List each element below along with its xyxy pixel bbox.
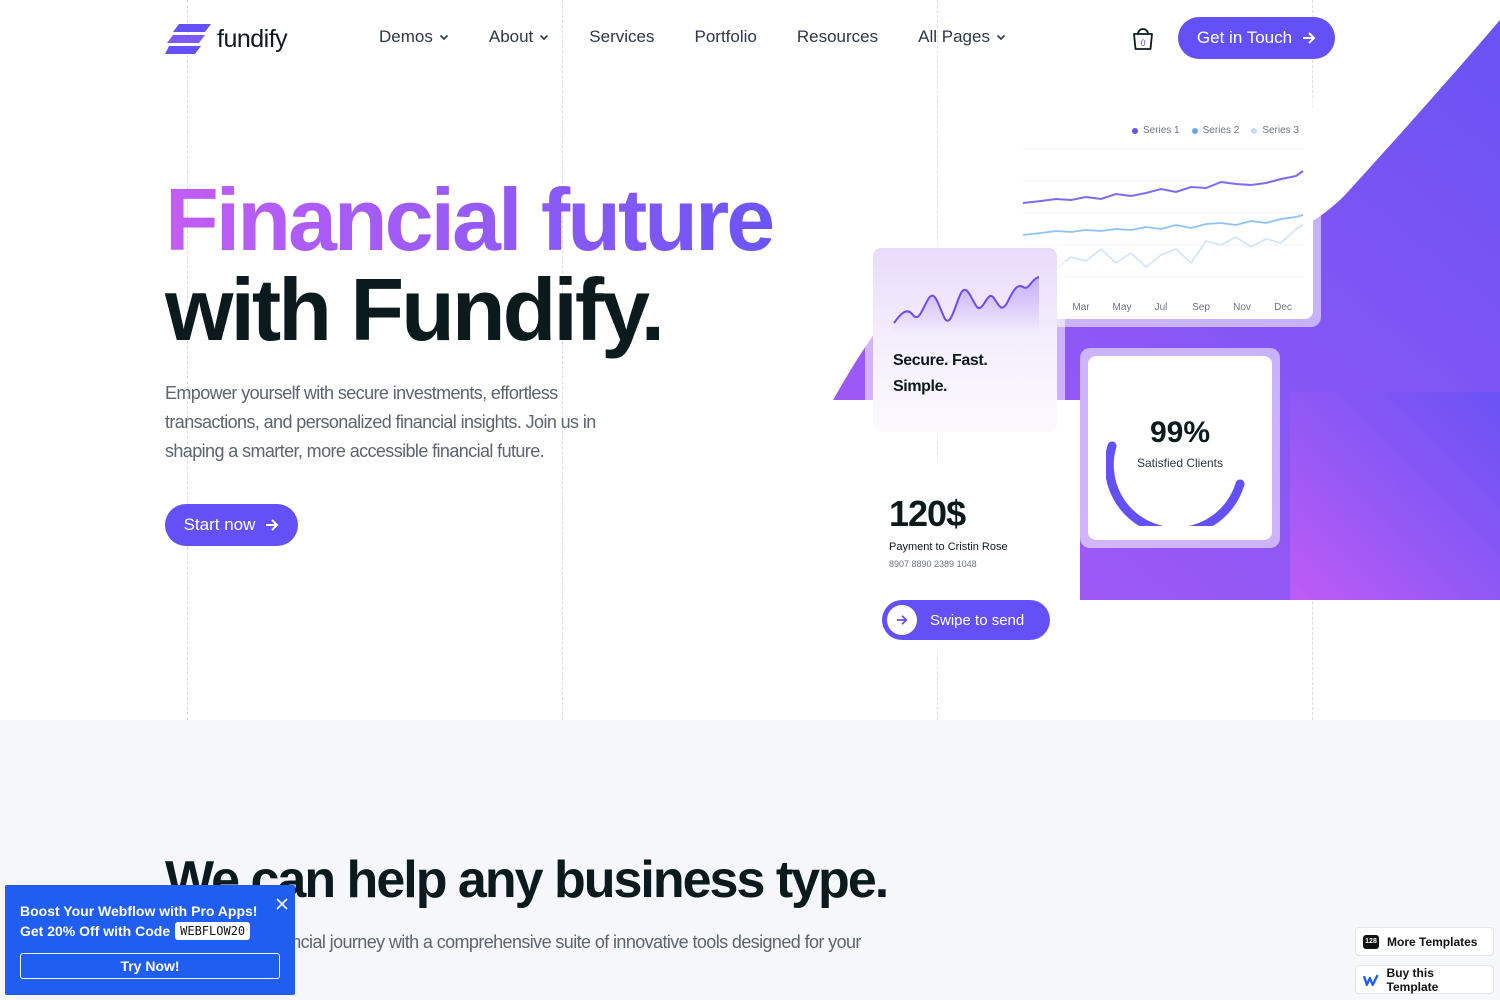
chevron-down-icon bbox=[439, 34, 448, 41]
top-navbar: fundify Demos About Services Portfolio Resou… bbox=[0, 0, 1500, 80]
nav-item-about[interactable]: About bbox=[489, 27, 549, 47]
main-menu: Demos About Services Portfolio Resources All … bbox=[379, 27, 1006, 47]
legend-label: Series 1 bbox=[1142, 125, 1180, 136]
card-number: 8907 8890 2389 1048 bbox=[889, 559, 977, 569]
buy-template-button[interactable]: Buy this Template bbox=[1355, 965, 1494, 994]
cart-icon[interactable]: 0 bbox=[1129, 25, 1157, 53]
nav-item-demos[interactable]: Demos bbox=[379, 27, 449, 47]
x-tick-label: Jul bbox=[1155, 302, 1168, 313]
promo-code: WEBFLOW20 bbox=[175, 922, 251, 940]
promo-popup: Boost Your Webflow with Pro Apps! Get 20… bbox=[5, 885, 295, 995]
payment-panel: 120$ Payment to Cristin Rose 8907 8890 2… bbox=[873, 463, 1057, 647]
nav-item-label: Services bbox=[589, 27, 655, 46]
more-templates-button[interactable]: 128 More Templates bbox=[1355, 927, 1494, 956]
series-1-line bbox=[1022, 170, 1304, 204]
x-tick-label: Dec bbox=[1274, 302, 1292, 313]
get-in-touch-label: Get in Touch bbox=[1196, 28, 1293, 47]
nav-item-label: All Pages bbox=[918, 27, 990, 46]
logo-mark-icon bbox=[165, 24, 211, 54]
satisfaction-label: Satisfied Clients bbox=[1136, 456, 1224, 470]
arrow-right-icon bbox=[1303, 32, 1316, 44]
chevron-down-icon bbox=[540, 34, 549, 41]
hero-title-line2: with Fundify. bbox=[165, 260, 665, 359]
webflow-logo-icon bbox=[1363, 974, 1379, 986]
hero-title: Financial future with Fundify. bbox=[165, 170, 775, 359]
nav-item-label: Demos bbox=[379, 27, 433, 46]
hero-title-line1: Financial future bbox=[165, 170, 775, 269]
secure-text: Secure. Fast. Simple. bbox=[893, 348, 988, 400]
swipe-label: Swipe to send bbox=[930, 611, 1025, 629]
payment-card: 120$ Payment to Cristin Rose 8907 8890 2… bbox=[865, 455, 1065, 655]
arrow-right-icon bbox=[266, 519, 279, 531]
payment-amount: 120$ bbox=[889, 493, 966, 534]
nav-item-label: Portfolio bbox=[694, 27, 757, 46]
nav-item-label: About bbox=[488, 27, 534, 46]
x-tick-label: Sep bbox=[1192, 302, 1210, 313]
legend-label: Series 2 bbox=[1202, 125, 1240, 136]
payment-recipient: Payment to Cristin Rose bbox=[889, 541, 1008, 553]
get-in-touch-button[interactable]: Get in Touch bbox=[1178, 17, 1335, 59]
nav-item-all-pages[interactable]: All Pages bbox=[918, 27, 1006, 47]
brand-logo[interactable]: fundify bbox=[165, 24, 288, 54]
sparkline-chart bbox=[893, 276, 1039, 333]
swipe-knob[interactable] bbox=[887, 605, 917, 635]
promo-offer-text: Get 20% Off with Code bbox=[20, 923, 171, 939]
secure-line1: Secure. Fast. bbox=[893, 352, 988, 369]
legend-item: Series 3 bbox=[1251, 125, 1299, 136]
satisfaction-panel: 99% Satisfied Clients bbox=[1088, 356, 1272, 540]
nav-item-portfolio[interactable]: Portfolio bbox=[694, 27, 756, 47]
nav-item-services[interactable]: Services bbox=[589, 27, 654, 47]
arrow-right-icon bbox=[896, 615, 908, 625]
x-tick-label: Mar bbox=[1072, 302, 1090, 313]
legend-item: Series 1 bbox=[1131, 125, 1180, 136]
cart-count: 0 bbox=[1140, 38, 1145, 48]
nav-item-resources[interactable]: Resources bbox=[797, 27, 878, 47]
series-2-line bbox=[1022, 214, 1304, 236]
logo-text: fundify bbox=[217, 24, 288, 53]
nav-item-label: Resources bbox=[796, 27, 879, 46]
close-icon[interactable] bbox=[275, 897, 289, 911]
swipe-to-send-button[interactable]: Swipe to send bbox=[882, 600, 1050, 640]
buy-template-label: Buy this Template bbox=[1386, 965, 1439, 994]
more-templates-label: More Templates bbox=[1387, 934, 1478, 949]
try-now-button[interactable]: Try Now! bbox=[20, 953, 280, 979]
chart-legend: Series 1 Series 2 Series 3 bbox=[1131, 125, 1299, 136]
secure-panel: Secure. Fast. Simple. bbox=[873, 248, 1057, 432]
legend-item: Series 2 bbox=[1191, 125, 1240, 136]
satisfaction-card: 99% Satisfied Clients bbox=[1080, 348, 1280, 548]
legend-label: Series 3 bbox=[1262, 125, 1299, 136]
satisfaction-value: 99% bbox=[1149, 416, 1211, 449]
start-now-button[interactable]: Start now bbox=[165, 504, 298, 546]
x-tick-label: May bbox=[1113, 302, 1132, 313]
x-tick-label: Nov bbox=[1233, 302, 1251, 313]
start-now-label: Start now bbox=[183, 515, 256, 534]
secure-line2: Simple. bbox=[893, 378, 948, 395]
hero-description: Empower yourself with secure investments… bbox=[165, 383, 596, 461]
promo-headline: Boost Your Webflow with Pro Apps! bbox=[20, 903, 258, 919]
promo-offer: Get 20% Off with Code WEBFLOW20 bbox=[20, 922, 251, 940]
template-count-badge: 128 bbox=[1363, 934, 1379, 949]
chevron-down-icon bbox=[996, 34, 1006, 41]
secure-card: Secure. Fast. Simple. bbox=[865, 240, 1065, 440]
